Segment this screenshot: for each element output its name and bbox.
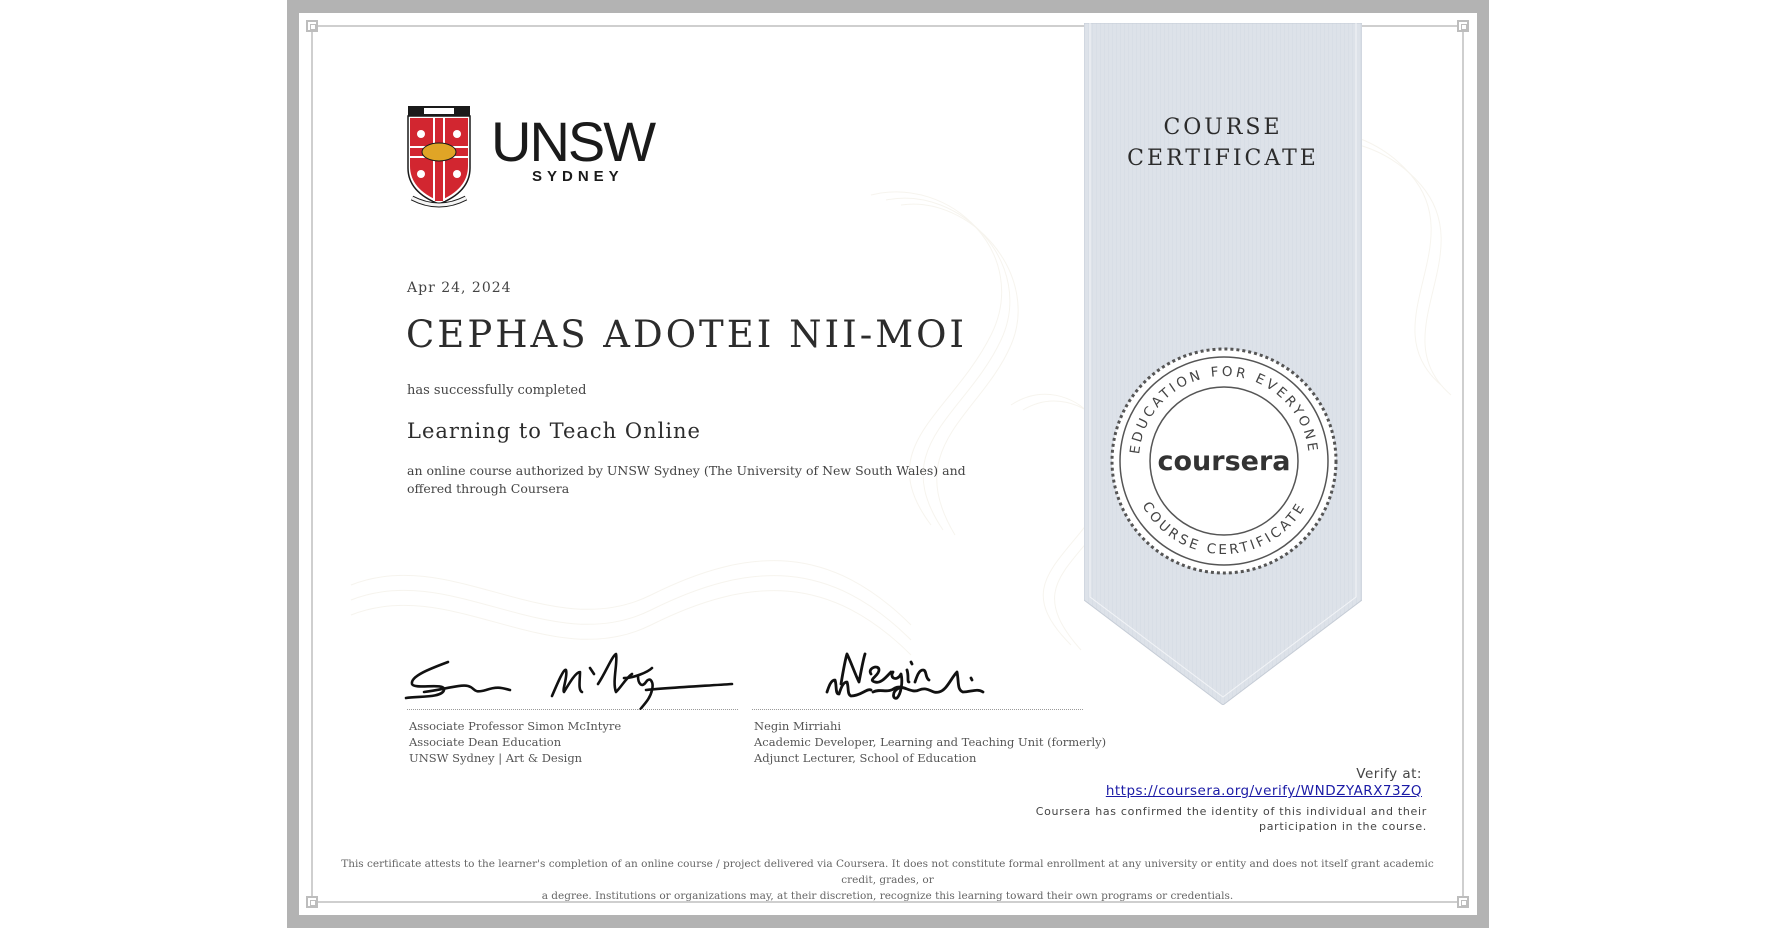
signatory-1-name: Associate Professor Simon McIntyre xyxy=(409,719,622,733)
signature-negin-mirriahi xyxy=(825,652,985,700)
ribbon-title: COURSE CERTIFICATE xyxy=(1084,112,1362,174)
ribbon-title-line2: CERTIFICATE xyxy=(1127,146,1319,171)
signatory-2-affiliation: Adjunct Lecturer, School of Education xyxy=(754,751,977,765)
issue-date: Apr 24, 2024 xyxy=(407,280,512,296)
signature-simon-mcintyre xyxy=(404,652,734,710)
signature-line-2 xyxy=(752,709,1083,710)
ribbon-title-line1: COURSE xyxy=(1163,115,1283,140)
disclaimer-line1: This certificate attests to the learner'… xyxy=(341,858,1434,886)
unsw-wordmark: UNSW xyxy=(491,110,656,173)
seal-brand-text: coursera xyxy=(1157,446,1290,477)
recipient-name: CEPHAS ADOTEI NII-MOI xyxy=(406,313,968,356)
signatory-1-affiliation: UNSW Sydney | Art & Design xyxy=(409,751,583,765)
course-title: Learning to Teach Online xyxy=(407,419,701,443)
course-description: an online course authorized by UNSW Sydn… xyxy=(407,463,966,496)
verify-label: Verify at: xyxy=(1356,766,1422,782)
identity-confirmation-line2: participation in the course. xyxy=(1259,820,1427,833)
signatory-1-title: Associate Dean Education xyxy=(409,735,562,749)
corner-ornament-top-left xyxy=(306,20,318,32)
signatory-1-block: Associate Professor Simon McIntyre Assoc… xyxy=(409,718,621,766)
corner-ornament-bottom-left xyxy=(306,896,318,908)
completion-statement: has successfully completed xyxy=(407,383,587,398)
corner-ornament-top-right xyxy=(1457,20,1469,32)
coursera-seal: EDUCATION FOR EVERYONE COURSE CERTIFICAT… xyxy=(1110,347,1338,575)
identity-confirmation: Coursera has confirmed the identity of t… xyxy=(1007,804,1427,834)
corner-ornament-bottom-right xyxy=(1457,896,1469,908)
signature-line-1 xyxy=(407,709,738,710)
verify-link[interactable]: https://coursera.org/verify/WNDZYARX73ZQ xyxy=(1106,783,1422,799)
disclaimer: This certificate attests to the learner'… xyxy=(330,856,1445,904)
identity-confirmation-line1: Coursera has confirmed the identity of t… xyxy=(1035,805,1427,818)
signatory-2-block: Negin Mirriahi Academic Developer, Learn… xyxy=(754,718,1106,766)
signatory-2-name: Negin Mirriahi xyxy=(754,719,842,733)
unsw-subwordmark: SYDNEY xyxy=(532,168,624,185)
signatory-2-title: Academic Developer, Learning and Teachin… xyxy=(754,735,1107,749)
disclaimer-line2: a degree. Institutions or organizations … xyxy=(541,890,1234,902)
